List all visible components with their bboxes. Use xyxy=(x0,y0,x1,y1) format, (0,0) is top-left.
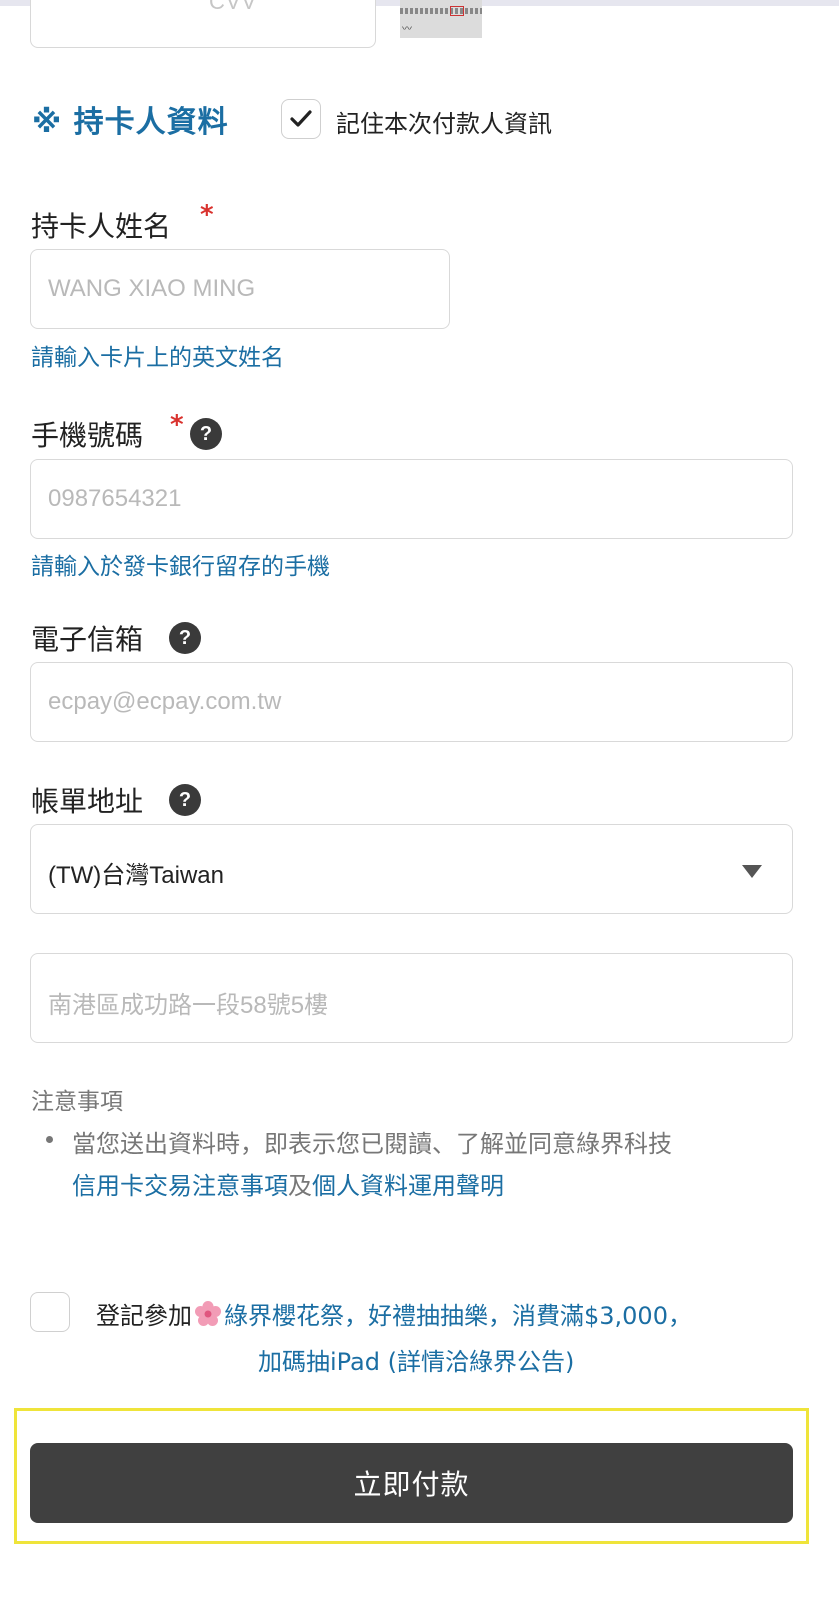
phone-placeholder: 0987654321 xyxy=(48,485,182,512)
billing-help-icon[interactable]: ? xyxy=(169,784,201,816)
phone-help-icon[interactable]: ? xyxy=(190,418,222,450)
country-select-value: (TW)台灣Taiwan xyxy=(48,862,225,889)
remember-payer-checkbox[interactable] xyxy=(281,99,321,139)
email-placeholder: ecpay@ecpay.com.tw xyxy=(48,688,282,715)
cardholder-name-placeholder: WANG XIAO MING xyxy=(48,275,256,302)
email-input[interactable]: ecpay@ecpay.com.tw xyxy=(30,662,793,742)
notes-text: 當您送出資料時，即表示您已閱讀、了解並同意綠界科技 xyxy=(72,1130,672,1158)
promo-prefix: 登記參加 xyxy=(96,1302,192,1330)
phone-hint: 請輸入於發卡銀行留存的手機 xyxy=(31,554,330,580)
billing-address-label: 帳單地址 xyxy=(31,785,144,818)
cvv-input[interactable]: CVV xyxy=(30,0,376,48)
promo-link-line2[interactable]: 加碼抽iPad (詳情洽綠界公告) xyxy=(258,1342,574,1377)
cardholder-name-label: 持卡人姓名 xyxy=(31,210,172,243)
promo-register-checkbox[interactable] xyxy=(30,1292,70,1332)
notes-conjunction: 及 xyxy=(288,1172,312,1200)
phone-label: 手機號碼 xyxy=(31,419,144,452)
privacy-statement-link[interactable]: 個人資料運用聲明 xyxy=(312,1172,504,1200)
cardholder-name-hint: 請輸入卡片上的英文姓名 xyxy=(31,345,284,371)
chevron-down-icon xyxy=(742,865,762,878)
phone-input[interactable]: 0987654321 xyxy=(30,459,793,539)
notes-links: 信用卡交易注意事項及個人資料運用聲明 xyxy=(72,1166,504,1201)
email-label: 電子信箱 xyxy=(31,623,144,656)
bullet-icon xyxy=(46,1136,53,1143)
checkmark-icon xyxy=(290,110,312,127)
notes-title: 注意事項 xyxy=(31,1089,123,1115)
cardholder-section-title: ※ 持卡人資料 xyxy=(32,105,229,140)
address-input[interactable]: 南港區成功路一段58號5樓 xyxy=(30,953,793,1043)
cardholder-name-input[interactable]: WANG XIAO MING xyxy=(30,249,450,329)
cvv-placeholder: CVV xyxy=(209,0,258,14)
credit-card-terms-link[interactable]: 信用卡交易注意事項 xyxy=(72,1172,288,1200)
country-select[interactable]: (TW)台灣Taiwan xyxy=(30,824,793,914)
required-mark: * xyxy=(200,200,214,230)
email-help-icon[interactable]: ? xyxy=(169,622,201,654)
promo-link-line1[interactable]: 綠界櫻花祭，好禮抽抽樂，消費滿$3,000， xyxy=(224,1302,692,1330)
promo-text: 登記參加 綠界櫻花祭，好禮抽抽樂，消費滿$3,000， xyxy=(96,1296,692,1331)
address-placeholder: 南港區成功路一段58號5樓 xyxy=(48,992,329,1019)
cherry-blossom-icon xyxy=(195,1301,221,1326)
cvv-card-illustration: 〰 xyxy=(400,0,482,38)
pay-now-button[interactable]: 立即付款 xyxy=(30,1443,793,1523)
required-mark: * xyxy=(170,410,184,440)
payment-form-page: CVV 〰 ※ 持卡人資料 記住本次付款人資訊 持卡人姓名 * WANG XIA… xyxy=(0,0,839,1600)
remember-payer-label[interactable]: 記住本次付款人資訊 xyxy=(336,104,552,139)
